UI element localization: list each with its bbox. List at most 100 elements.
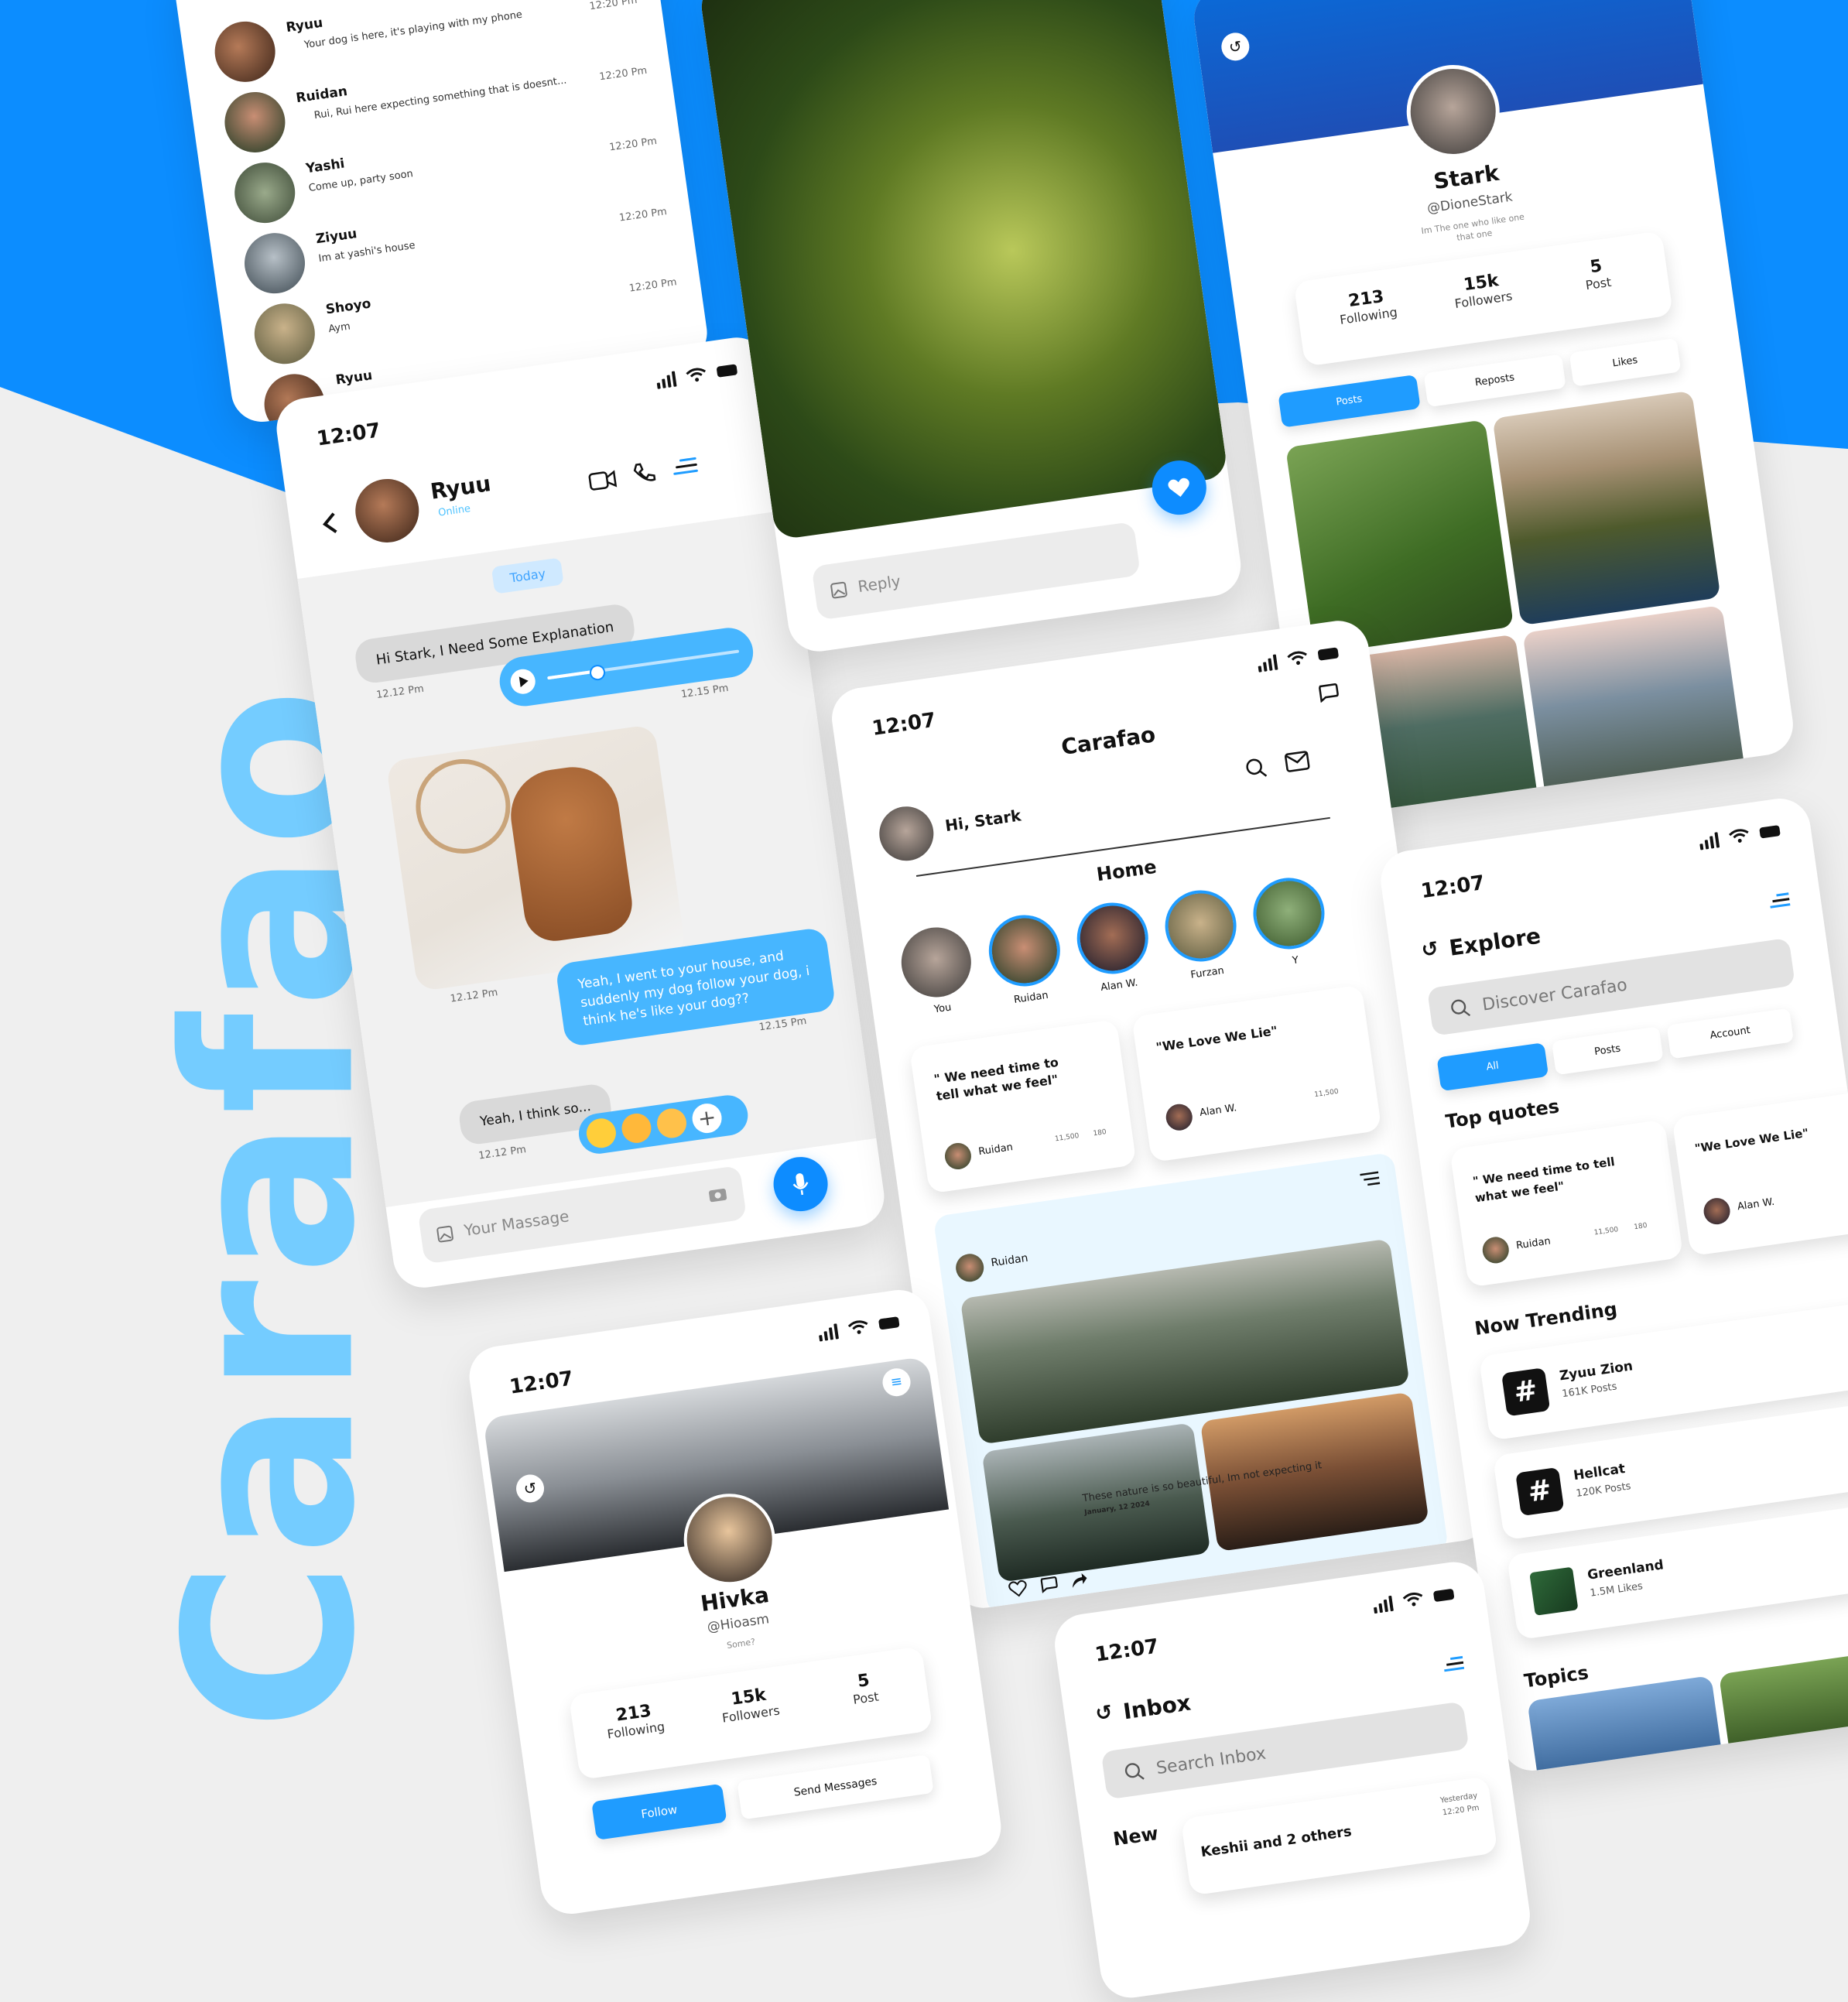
tab-likes[interactable]: Likes <box>1569 337 1682 387</box>
list-item[interactable]: Keshii and 2 others Yesterday 12:20 Pm <box>1180 1775 1498 1896</box>
battery-icon <box>1432 1588 1455 1603</box>
follow-button[interactable]: Follow <box>591 1783 727 1840</box>
avatar <box>984 910 1065 991</box>
story-item[interactable]: Y <box>1246 873 1335 972</box>
status-time: 12:07 <box>1093 1634 1161 1667</box>
camera-icon[interactable] <box>707 1184 729 1203</box>
app-title: Carafao <box>1059 721 1158 761</box>
thumbs-up-reaction-icon[interactable] <box>620 1111 653 1145</box>
avatar <box>1702 1196 1732 1227</box>
menu-icon[interactable] <box>1442 1655 1465 1674</box>
chat-time: 12:20 Pm <box>608 135 658 154</box>
story-item[interactable]: Alan W. <box>1069 898 1158 997</box>
section-title: Now Trending <box>1473 1298 1619 1340</box>
quote-text: " We need time to tell what we feel" <box>1471 1154 1616 1206</box>
status-bar <box>655 361 738 389</box>
hashtag-icon: # <box>1515 1466 1565 1517</box>
heart-icon <box>1168 477 1189 498</box>
story-label: Ruidan <box>1013 989 1049 1006</box>
signal-icon <box>1257 653 1278 672</box>
back-icon[interactable] <box>320 511 340 536</box>
back-icon[interactable]: ↺ <box>1420 937 1440 963</box>
menu-icon[interactable] <box>672 456 699 477</box>
tab-posts[interactable]: Posts <box>1278 375 1421 428</box>
tab-reposts[interactable]: Reposts <box>1423 354 1566 408</box>
item-day: Yesterday <box>1439 1791 1478 1805</box>
sad-reaction-icon[interactable] <box>655 1107 689 1140</box>
quote-card[interactable]: "We Love We Lie" Alan W. <box>1672 1090 1848 1257</box>
tab-posts[interactable]: Posts <box>1551 1026 1664 1076</box>
gallery-photo[interactable] <box>1285 419 1514 655</box>
inbox-screen: 12:07 ↺ Inbox Search Inbox New Keshii an… <box>1050 1558 1535 2002</box>
play-icon[interactable] <box>508 667 537 696</box>
search-icon[interactable] <box>1244 756 1268 781</box>
add-reaction-icon[interactable]: + <box>690 1101 724 1135</box>
reply-placeholder: Reply <box>856 571 902 597</box>
search-icon <box>1451 999 1471 1017</box>
mic-icon <box>792 1173 809 1196</box>
heart-icon[interactable] <box>1008 1579 1028 1598</box>
battery-icon <box>716 364 738 378</box>
reply-input[interactable]: Reply <box>811 521 1141 621</box>
quote-author: Alan W. <box>1737 1196 1776 1213</box>
back-icon[interactable]: ↺ <box>1094 1701 1114 1727</box>
image-icon[interactable] <box>830 580 849 600</box>
avatar[interactable] <box>875 803 937 864</box>
image-icon[interactable] <box>436 1224 455 1244</box>
gallery-photo[interactable] <box>1492 390 1721 626</box>
stat-posts[interactable]: 5 Post <box>824 1666 905 1710</box>
avatar <box>1164 1102 1194 1132</box>
view-count: 11,500 <box>1593 1226 1619 1237</box>
status-time: 12:07 <box>315 419 382 451</box>
voice-scrubber[interactable] <box>588 663 606 682</box>
battery-icon <box>1759 825 1781 839</box>
stat-following[interactable]: 213 Following <box>594 1699 676 1743</box>
chat-name: Yashi <box>305 156 346 177</box>
story-item[interactable]: You <box>893 922 982 1020</box>
chat-time: 12:20 Pm <box>598 64 649 84</box>
wifi-icon <box>1402 1592 1423 1607</box>
laugh-reaction-icon[interactable] <box>584 1116 618 1150</box>
story-item[interactable]: Furzan <box>1158 885 1247 984</box>
view-count: 11,500 <box>1313 1087 1340 1100</box>
quote-card[interactable]: "We Love We Lie" Alan W. 11,500 <box>1131 984 1382 1163</box>
section-title: Top quotes <box>1444 1095 1561 1133</box>
signal-icon <box>655 370 677 389</box>
avatar <box>896 922 976 1002</box>
hashtag-icon: # <box>1501 1367 1551 1417</box>
story-photo[interactable] <box>697 0 1229 541</box>
dog-photo[interactable] <box>385 724 686 992</box>
tab-account[interactable]: Account <box>1666 1008 1795 1059</box>
mail-icon[interactable] <box>1284 750 1311 773</box>
menu-icon[interactable] <box>1360 1170 1381 1188</box>
avatar <box>943 1141 974 1172</box>
stat-followers[interactable]: 15k Followers <box>709 1682 790 1727</box>
quote-text: "We Love We Lie" <box>1155 1023 1278 1055</box>
chat-name: Ruidan <box>295 84 349 107</box>
send-messages-button[interactable]: Send Messages <box>737 1754 934 1820</box>
trend-name: Hellcat <box>1572 1461 1627 1484</box>
stat-posts[interactable]: 5 Post <box>1556 252 1638 296</box>
signal-icon <box>1372 1594 1394 1614</box>
story-item[interactable]: Ruidan <box>981 910 1070 1009</box>
post-card[interactable]: Ruidan <box>933 1152 1449 1612</box>
greeting: Hi, Stark <box>943 806 1022 836</box>
search-icon <box>1124 1763 1145 1780</box>
quote-card[interactable]: " We need time to tell what we feel" Rui… <box>1449 1119 1684 1288</box>
stat-following[interactable]: 213 Following <box>1326 284 1408 328</box>
video-call-icon[interactable] <box>587 468 618 492</box>
phone-icon[interactable] <box>631 460 658 486</box>
share-icon[interactable] <box>1069 1570 1090 1590</box>
avatar[interactable] <box>351 474 423 547</box>
mic-button[interactable] <box>770 1153 832 1215</box>
avatar <box>221 87 289 157</box>
trend-name: Greenland <box>1586 1557 1665 1583</box>
avatar <box>1248 873 1330 954</box>
dog-figure <box>505 761 636 945</box>
menu-icon[interactable] <box>1768 891 1791 910</box>
tab-all[interactable]: All <box>1436 1042 1549 1092</box>
comment-icon[interactable] <box>1039 1575 1059 1594</box>
quote-card[interactable]: " We need time to tell what we feel" Rui… <box>909 1018 1137 1194</box>
stat-followers[interactable]: 15k Followers <box>1442 268 1523 312</box>
avatar <box>231 159 299 228</box>
